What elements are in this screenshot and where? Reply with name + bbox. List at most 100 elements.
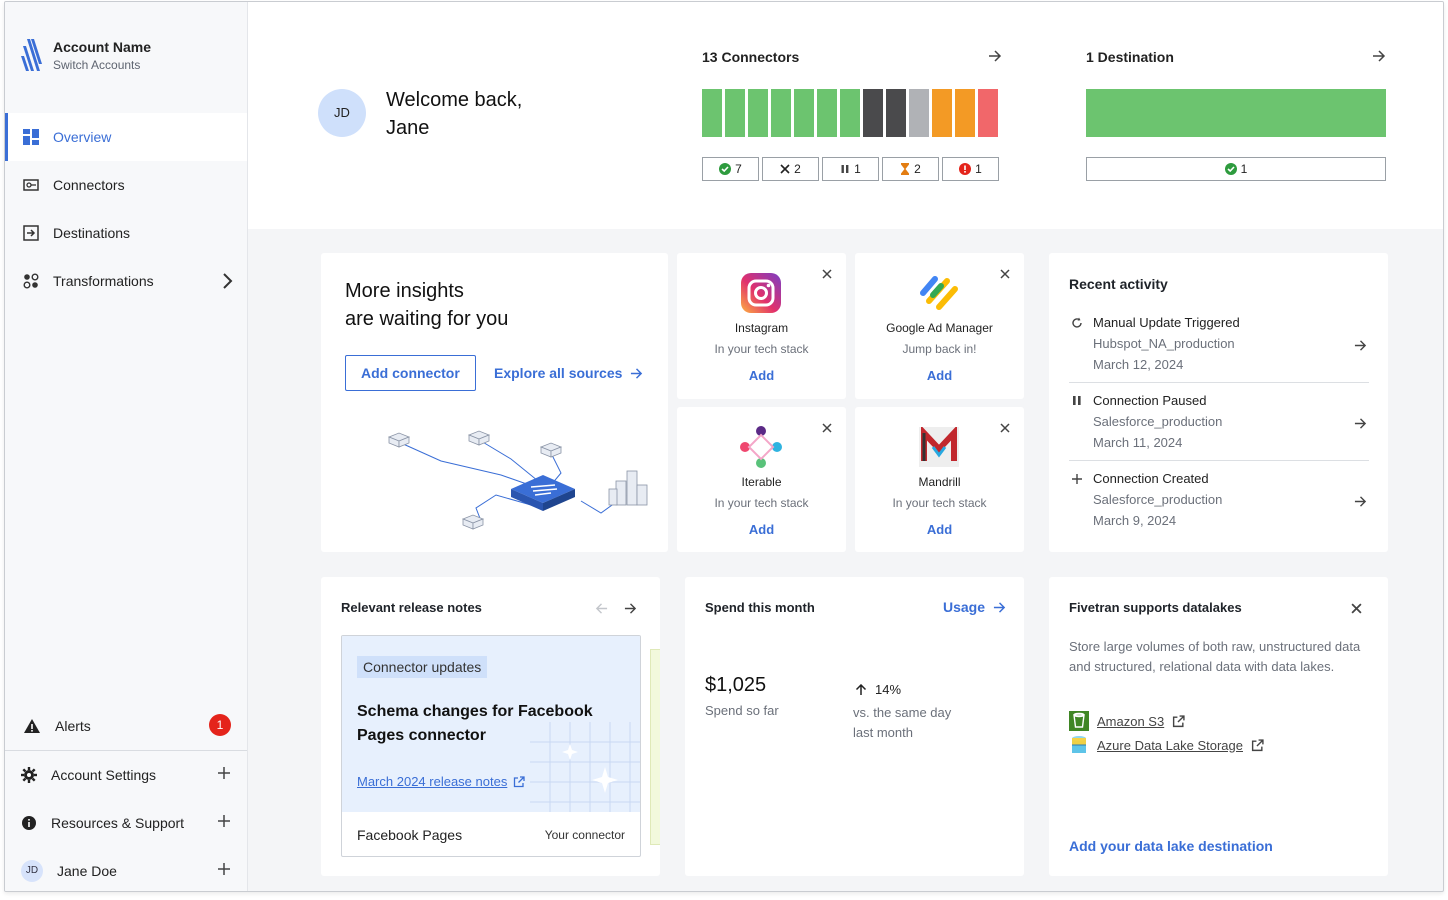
expand-plus-icon[interactable] bbox=[217, 814, 231, 828]
arrow-right-icon[interactable] bbox=[1354, 495, 1367, 508]
add-data-lake-destination-link[interactable]: Add your data lake destination bbox=[1069, 838, 1273, 854]
release-note-headline-line-1: Schema changes for Facebook bbox=[357, 703, 593, 720]
nav-label-overview: Overview bbox=[53, 129, 112, 145]
close-icon[interactable] bbox=[1351, 603, 1362, 614]
azure-data-lake-logo-icon bbox=[1072, 736, 1086, 753]
close-icon[interactable] bbox=[822, 423, 832, 433]
account-switcher[interactable]: Account Name Switch Accounts bbox=[21, 38, 151, 72]
activity-item[interactable]: Connection Paused Salesforce_production … bbox=[1069, 393, 1369, 450]
connector-status-bar[interactable] bbox=[863, 89, 883, 137]
stat-paused[interactable]: 1 bbox=[822, 157, 879, 181]
arrow-up-icon bbox=[855, 683, 867, 695]
expand-plus-icon[interactable] bbox=[217, 766, 231, 780]
arrow-right-icon[interactable] bbox=[1372, 49, 1386, 63]
connector-status-bar[interactable] bbox=[748, 89, 768, 137]
x-icon bbox=[780, 164, 790, 174]
connector-status-bar[interactable] bbox=[955, 89, 975, 137]
welcome-line-2: Jane bbox=[386, 117, 430, 139]
plus-icon bbox=[1072, 474, 1082, 484]
release-note-footer-right: Your connector bbox=[544, 828, 625, 842]
app-window: Account Name Switch Accounts Overview Co… bbox=[4, 1, 1444, 892]
destinations-summary: 1 Destination 1 bbox=[1086, 49, 1386, 181]
add-source-button[interactable]: Add bbox=[677, 368, 846, 383]
welcome-message: Welcome back, Jane bbox=[386, 86, 522, 142]
close-icon[interactable] bbox=[1000, 269, 1010, 279]
nav-item-connectors[interactable]: Connectors bbox=[5, 161, 247, 209]
arrow-right-icon[interactable] bbox=[624, 602, 637, 615]
add-connector-button[interactable]: Add connector bbox=[345, 355, 476, 391]
activity-item[interactable]: Connection Created Salesforce_production… bbox=[1069, 471, 1369, 528]
source-name: Google Ad Manager bbox=[886, 321, 993, 335]
close-icon[interactable] bbox=[822, 269, 832, 279]
resources-support-item[interactable]: Resources & Support bbox=[5, 799, 247, 847]
alerts-item[interactable]: Alerts 1 bbox=[5, 702, 247, 750]
stat-pending[interactable]: 2 bbox=[882, 157, 939, 181]
user-menu-item[interactable]: JD Jane Doe bbox=[5, 847, 247, 891]
activity-source: Salesforce_production bbox=[1093, 492, 1223, 507]
activity-date: March 11, 2024 bbox=[1093, 435, 1183, 450]
connector-status-bar[interactable] bbox=[794, 89, 814, 137]
account-name: Account Name bbox=[53, 38, 152, 55]
connector-status-bar[interactable] bbox=[817, 89, 837, 137]
activity-source: Salesforce_production bbox=[1093, 414, 1223, 429]
pause-icon bbox=[1073, 396, 1081, 405]
main-nav: Overview Connectors Destinations Transfo… bbox=[5, 113, 247, 305]
connector-status-bar[interactable] bbox=[840, 89, 860, 137]
arrow-right-icon[interactable] bbox=[1354, 417, 1367, 430]
connectors-summary: 13 Connectors 7 2 1 2 1 bbox=[702, 49, 1002, 181]
external-link-icon bbox=[1173, 714, 1185, 727]
recent-activity-title: Recent activity bbox=[1069, 276, 1168, 292]
arrow-right-icon bbox=[631, 367, 643, 379]
release-note-item[interactable]: Connector updates Schema changes for Fac… bbox=[341, 635, 641, 857]
stat-broken[interactable]: 2 bbox=[762, 157, 819, 181]
insights-title-line-1: More insights bbox=[345, 280, 464, 302]
refresh-icon bbox=[1072, 317, 1082, 328]
stat-healthy[interactable]: 7 bbox=[702, 157, 759, 181]
connector-status-bar[interactable] bbox=[978, 89, 998, 137]
connector-status-bar[interactable] bbox=[725, 89, 745, 137]
arrow-right-icon[interactable] bbox=[988, 49, 1002, 63]
dashboard-icon bbox=[23, 129, 39, 145]
expand-plus-icon[interactable] bbox=[217, 862, 231, 876]
nav-item-destinations[interactable]: Destinations bbox=[5, 209, 247, 257]
usage-link[interactable]: Usage bbox=[943, 599, 1006, 615]
destination-healthy-count[interactable]: 1 bbox=[1086, 157, 1386, 181]
amazon-s3-logo-icon bbox=[1069, 711, 1089, 731]
amazon-s3-link[interactable]: Amazon S3 bbox=[1069, 711, 1185, 731]
release-notes-link[interactable]: March 2024 release notes bbox=[357, 774, 525, 789]
source-subtitle: In your tech stack bbox=[714, 496, 809, 510]
sidebar-bottom: Alerts 1 Account Settings Resources & Su… bbox=[5, 702, 247, 891]
insights-card: More insights are waiting for you Add co… bbox=[321, 253, 668, 552]
azure-data-lake-link-label: Azure Data Lake Storage bbox=[1097, 737, 1243, 753]
nav-item-overview[interactable]: Overview bbox=[5, 113, 247, 161]
arrow-right-icon[interactable] bbox=[1354, 339, 1367, 352]
add-source-button[interactable]: Add bbox=[855, 368, 1024, 383]
datalake-title: Fivetran supports datalakes bbox=[1069, 600, 1242, 615]
connector-status-bar[interactable] bbox=[909, 89, 929, 137]
switch-accounts-link[interactable]: Switch Accounts bbox=[53, 58, 151, 72]
stat-paused-value: 1 bbox=[854, 162, 861, 176]
arrow-left-icon[interactable] bbox=[595, 602, 608, 615]
connector-status-bar[interactable] bbox=[702, 89, 722, 137]
connector-status-bar[interactable] bbox=[771, 89, 791, 137]
release-notes-link-label: March 2024 release notes bbox=[357, 774, 508, 789]
activity-item[interactable]: Manual Update Triggered Hubspot_NA_produ… bbox=[1069, 315, 1369, 372]
connector-status-bar[interactable] bbox=[932, 89, 952, 137]
activity-title: Connection Paused bbox=[1093, 393, 1207, 408]
close-icon[interactable] bbox=[1000, 423, 1010, 433]
stat-error[interactable]: 1 bbox=[942, 157, 999, 181]
next-release-note-peek bbox=[650, 649, 660, 845]
instagram-logo-icon bbox=[741, 273, 781, 313]
chevron-right-icon[interactable] bbox=[221, 272, 233, 290]
explore-sources-link[interactable]: Explore all sources bbox=[494, 365, 643, 381]
account-settings-item[interactable]: Account Settings bbox=[5, 751, 247, 799]
add-source-button[interactable]: Add bbox=[855, 522, 1024, 537]
azure-data-lake-link[interactable]: Azure Data Lake Storage bbox=[1069, 735, 1264, 755]
add-source-button[interactable]: Add bbox=[677, 522, 846, 537]
user-name: Jane Doe bbox=[57, 863, 117, 879]
spend-change-label-line-1: vs. the same day bbox=[853, 705, 952, 720]
nav-item-transformations[interactable]: Transformations bbox=[5, 257, 247, 305]
connector-status-bar[interactable] bbox=[886, 89, 906, 137]
recent-activity-card: Recent activity Manual Update Triggered … bbox=[1049, 253, 1388, 552]
release-notes-card: Relevant release notes Connector updates… bbox=[321, 577, 660, 876]
